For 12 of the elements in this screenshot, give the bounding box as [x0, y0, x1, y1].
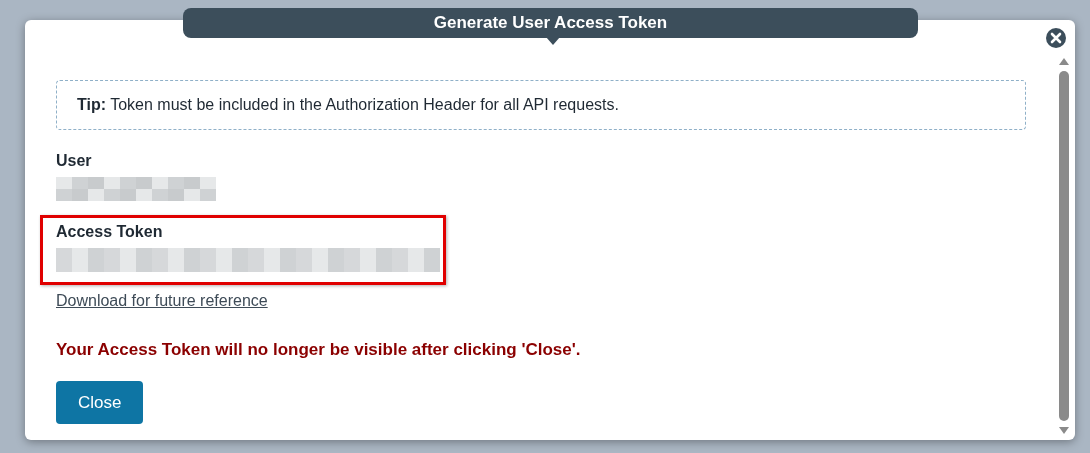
tip-text: Tip: Token must be included in the Authorization Header for all API requests. [56, 80, 1026, 130]
scrollbar-thumb[interactable] [1059, 71, 1069, 421]
field-label: User [56, 151, 93, 171]
field-label: Access Token [56, 222, 164, 242]
warning-text: Your Access Token will no longer be visible after clicking 'Close'. [56, 339, 582, 361]
download-link[interactable]: Download for future reference [56, 289, 268, 313]
scroll-down-icon[interactable] [1059, 427, 1069, 434]
dialog-title: Generate User Access Token [183, 8, 918, 38]
close-icon[interactable] [1045, 25, 1067, 47]
close-button[interactable]: Close [56, 380, 144, 424]
scroll-up-icon[interactable] [1059, 58, 1069, 65]
pointer-icon [546, 37, 560, 45]
